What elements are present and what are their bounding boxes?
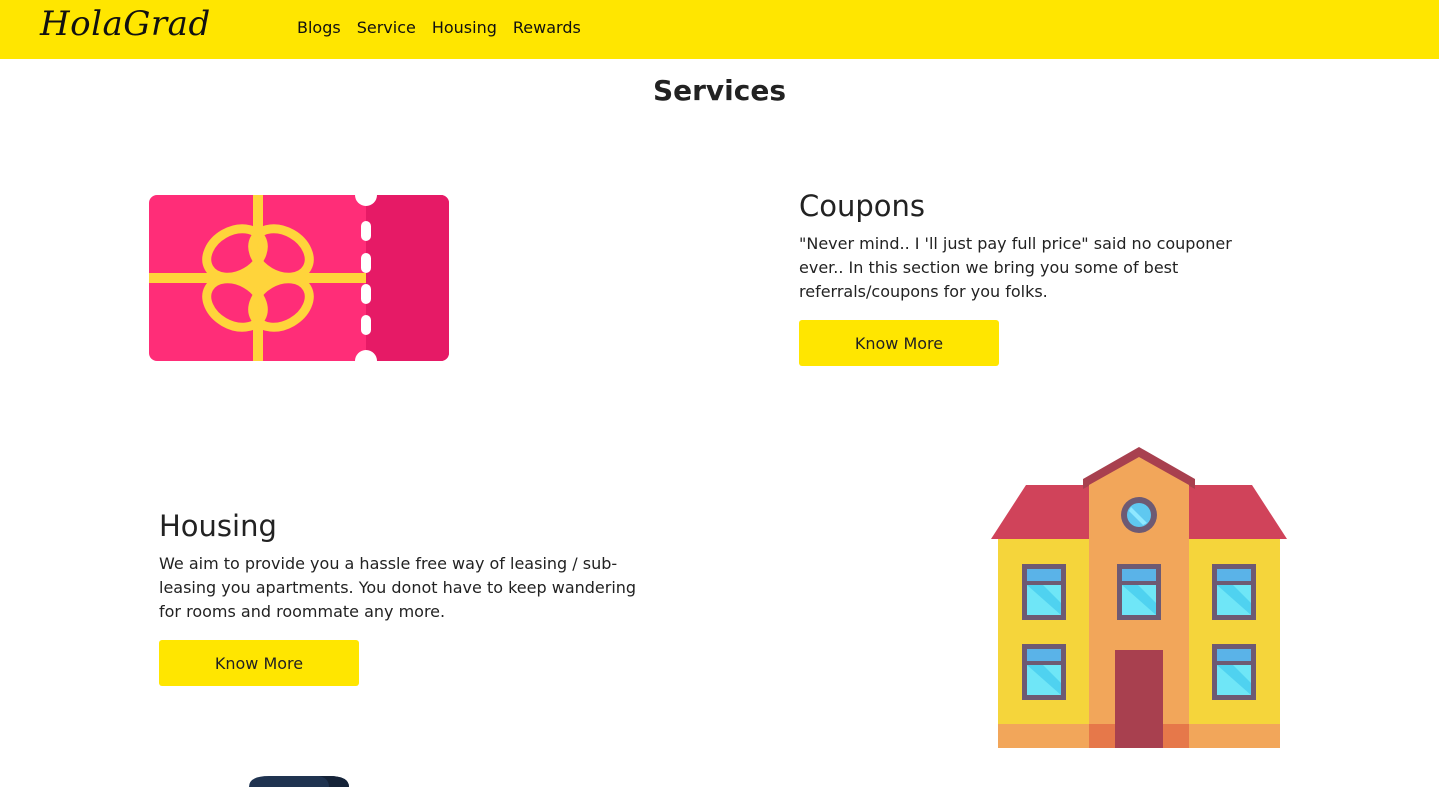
housing-know-more-button[interactable]: Know More: [159, 640, 359, 686]
housing-description: We aim to provide you a hassle free way …: [159, 554, 637, 621]
navbar: HolaGrad Blogs Service Housing Rewards: [0, 0, 1439, 59]
nav-link-service[interactable]: Service: [357, 18, 416, 37]
coupons-know-more-button[interactable]: Know More: [799, 320, 999, 366]
nav-link-rewards[interactable]: Rewards: [513, 18, 581, 37]
housing-title: Housing: [159, 509, 277, 543]
brand-logo[interactable]: HolaGrad: [40, 4, 211, 44]
house-icon: [991, 447, 1287, 748]
nav-link-blogs[interactable]: Blogs: [297, 18, 341, 37]
page-title: Services: [652, 74, 787, 107]
coupons-title: Coupons: [799, 189, 926, 223]
nav-link-housing[interactable]: Housing: [432, 18, 497, 37]
gift-coupon-icon: [149, 195, 449, 361]
coupons-description: "Never mind.. I 'll just pay full price"…: [799, 234, 1232, 301]
partial-illustration-icon: [249, 776, 349, 787]
nav-links: Blogs Service Housing Rewards: [297, 18, 581, 37]
